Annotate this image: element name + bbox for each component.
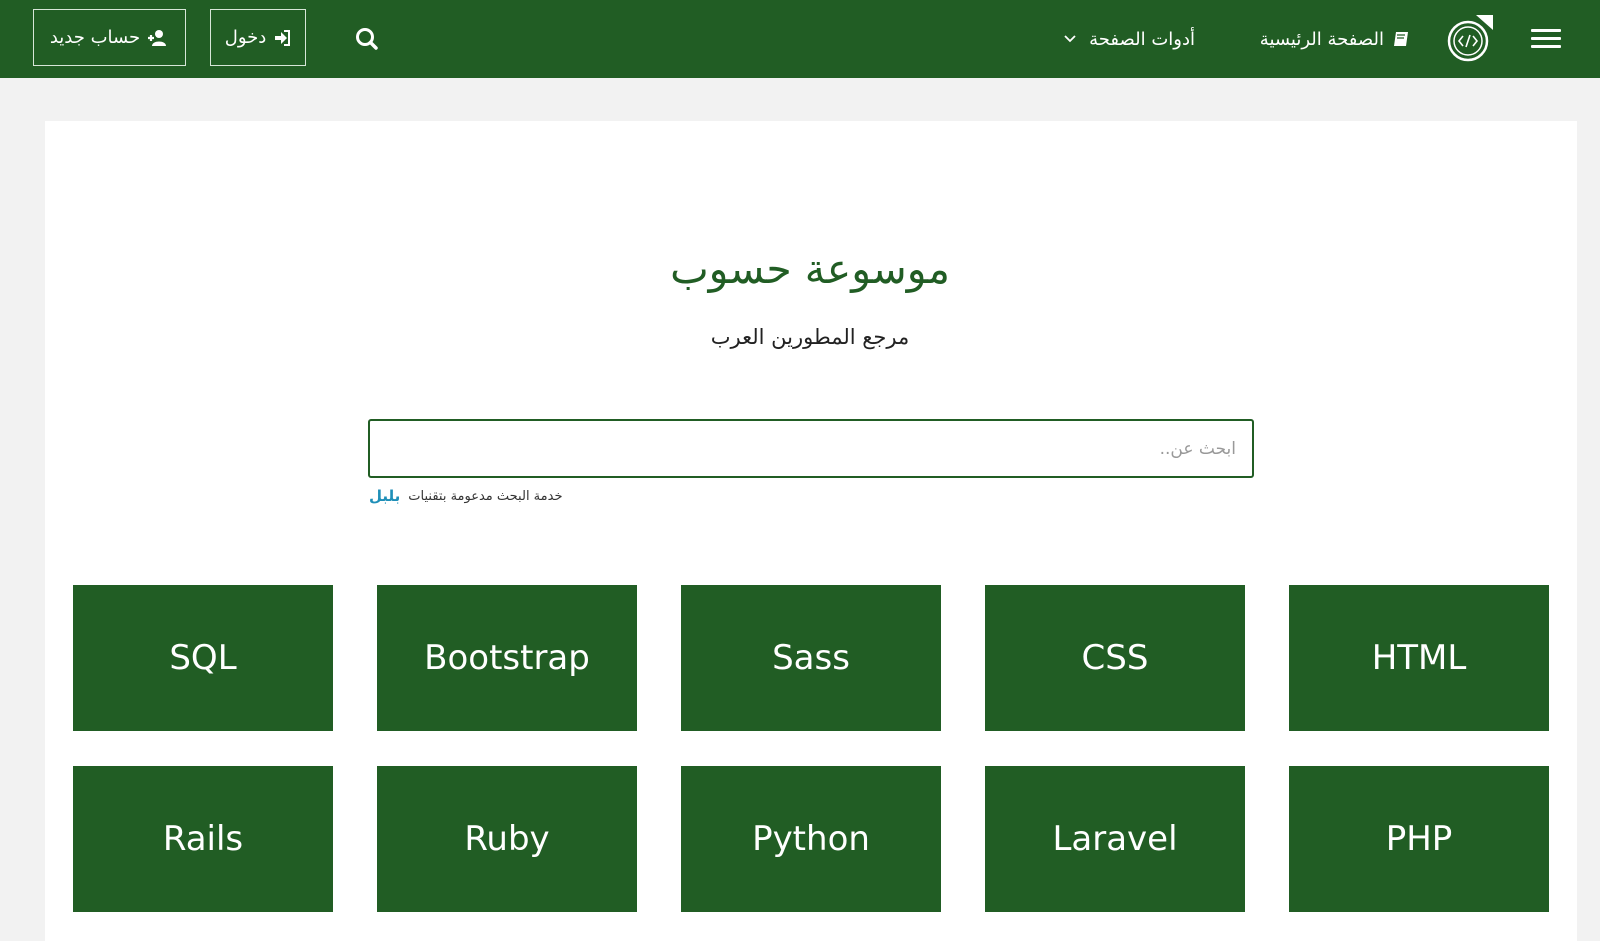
tile-rails[interactable]: Rails xyxy=(73,766,333,912)
powered-by-text: خدمة البحث مدعومة بتقنيات xyxy=(408,488,563,504)
nav-home-link[interactable]: الصفحة الرئيسية xyxy=(1260,24,1410,54)
page-tools-dropdown[interactable]: أدوات الصفحة xyxy=(1063,24,1195,54)
tile-sql[interactable]: SQL xyxy=(73,585,333,731)
code-logo-icon xyxy=(1447,15,1493,62)
book-icon xyxy=(1394,32,1408,46)
tile-ruby[interactable]: Ruby xyxy=(377,766,637,912)
tile-sass[interactable]: Sass xyxy=(681,585,941,731)
search-powered-by: خدمة البحث مدعومة بتقنيات بلبل xyxy=(369,487,562,505)
register-label: حساب جديد xyxy=(49,27,141,48)
encyclopedia-search-input[interactable] xyxy=(368,419,1254,478)
chevron-down-icon xyxy=(1064,35,1076,43)
top-navbar: الصفحة الرئيسية أدوات الصفحة دخول حساب ج… xyxy=(0,0,1600,78)
header-search-button[interactable] xyxy=(352,24,382,54)
tile-css[interactable]: CSS xyxy=(985,585,1245,731)
page-subtitle: مرجع المطورين العرب xyxy=(710,325,910,349)
page-title: موسوعة حسوب xyxy=(670,245,950,293)
register-button[interactable]: حساب جديد xyxy=(33,9,186,66)
tile-bootstrap[interactable]: Bootstrap xyxy=(377,585,637,731)
sign-in-icon xyxy=(275,29,291,46)
hamburger-icon-line xyxy=(1531,45,1561,48)
tile-php[interactable]: PHP xyxy=(1289,766,1549,912)
search-icon xyxy=(356,28,378,50)
user-plus-icon xyxy=(148,29,167,46)
nav-home-label: الصفحة الرئيسية xyxy=(1259,28,1384,50)
page-tools-label: أدوات الصفحة xyxy=(1089,28,1195,50)
tile-laravel[interactable]: Laravel xyxy=(985,766,1245,912)
hamburger-icon xyxy=(1531,29,1561,32)
login-label: دخول xyxy=(224,27,267,48)
tile-html[interactable]: HTML xyxy=(1289,585,1549,731)
login-button[interactable]: دخول xyxy=(210,9,306,66)
hamburger-menu-button[interactable] xyxy=(1528,24,1564,54)
hamburger-icon-line xyxy=(1531,37,1561,40)
bulbul-brand-logo[interactable]: بلبل xyxy=(369,487,400,505)
site-logo[interactable] xyxy=(1443,13,1495,65)
tile-python[interactable]: Python xyxy=(681,766,941,912)
